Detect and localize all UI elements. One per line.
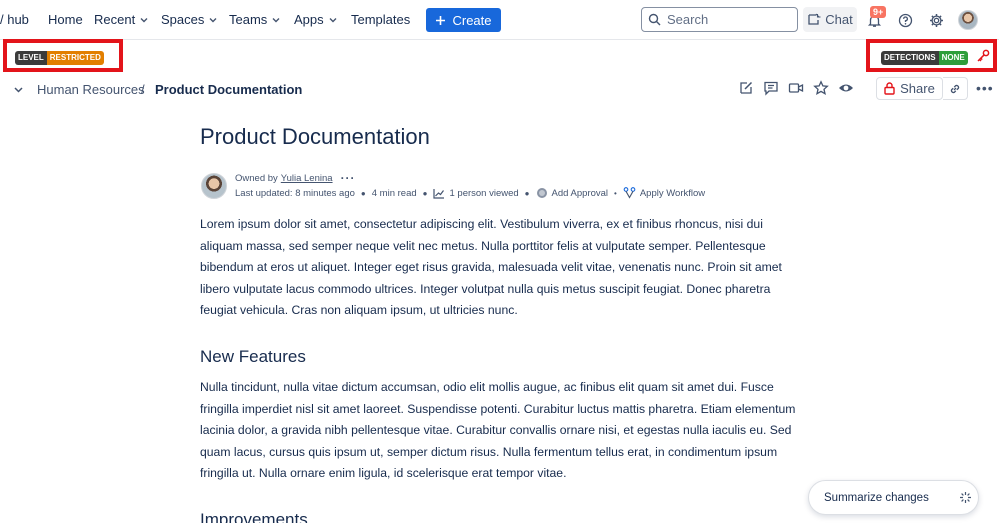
top-navigation: / hub Home Recent Spaces Teams Apps Temp… bbox=[0, 0, 999, 40]
more-actions-button[interactable]: ••• bbox=[976, 80, 994, 96]
workflow-icon bbox=[623, 187, 636, 199]
chevron-down-icon bbox=[272, 17, 280, 22]
breadcrumb-parent[interactable]: Human Resources bbox=[37, 82, 145, 97]
plus-icon bbox=[436, 15, 446, 25]
nav-teams-label: Teams bbox=[229, 12, 268, 27]
breadcrumb-separator: / bbox=[141, 82, 145, 97]
watch-eye-icon[interactable] bbox=[838, 80, 854, 96]
detections-value: NONE bbox=[938, 51, 968, 65]
level-label: LEVEL bbox=[15, 51, 47, 65]
gear-icon bbox=[929, 13, 943, 27]
chevron-down-icon bbox=[140, 17, 148, 22]
nav-spaces[interactable]: Spaces bbox=[161, 12, 218, 27]
chevron-down-icon bbox=[209, 17, 217, 22]
sparkle-icon bbox=[959, 492, 971, 503]
create-button[interactable]: Create bbox=[426, 8, 501, 32]
chat-icon bbox=[808, 13, 821, 25]
create-button-label: Create bbox=[452, 12, 492, 28]
nav-spaces-label: Spaces bbox=[161, 12, 205, 27]
comment-icon[interactable] bbox=[763, 80, 779, 96]
meta-separator: ● bbox=[524, 188, 530, 198]
owned-by-prefix: Owned by bbox=[235, 172, 278, 184]
page-title: Product Documentation bbox=[200, 124, 430, 149]
intro-paragraph: Lorem ipsum dolor sit amet, consectetur … bbox=[200, 217, 782, 317]
search-box[interactable] bbox=[641, 7, 798, 32]
apply-workflow-button[interactable]: Apply Workflow bbox=[623, 187, 705, 199]
breadcrumb-current[interactable]: Product Documentation bbox=[155, 82, 302, 97]
nav-recent-label: Recent bbox=[94, 12, 136, 27]
link-icon bbox=[950, 84, 960, 93]
trend-chart-icon bbox=[433, 188, 445, 199]
chevron-down-icon bbox=[329, 17, 337, 22]
search-input[interactable] bbox=[667, 12, 787, 27]
notification-count-badge: 9+ bbox=[870, 6, 887, 18]
owner-avatar[interactable] bbox=[201, 173, 227, 199]
lock-icon bbox=[884, 82, 895, 95]
viewed-count: 1 person viewed bbox=[449, 187, 519, 199]
section-heading-new-features: New Features bbox=[200, 347, 306, 366]
read-time: 4 min read bbox=[371, 187, 417, 199]
meta-separator: • bbox=[614, 188, 617, 198]
share-button[interactable]: Share bbox=[876, 77, 943, 100]
help-icon bbox=[898, 13, 912, 27]
video-icon[interactable] bbox=[788, 80, 804, 96]
summarize-changes-button[interactable]: Summarize changes bbox=[808, 480, 979, 515]
star-icon[interactable] bbox=[813, 80, 829, 96]
key-icon[interactable] bbox=[976, 49, 990, 63]
classification-level-badge[interactable]: LEVEL RESTRICTED bbox=[15, 51, 104, 65]
nav-home-label: Home bbox=[48, 12, 83, 27]
new-features-paragraph: Nulla tincidunt, nulla vitae dictum accu… bbox=[200, 380, 796, 480]
summarize-changes-label: Summarize changes bbox=[824, 491, 929, 504]
add-approval-label: Add Approval bbox=[551, 187, 609, 199]
nav-apps-label: Apps bbox=[294, 12, 324, 27]
search-icon bbox=[648, 13, 661, 26]
nav-apps[interactable]: Apps bbox=[294, 12, 338, 27]
copy-link-button[interactable] bbox=[943, 77, 968, 100]
nav-recent[interactable]: Recent bbox=[94, 12, 149, 27]
user-avatar[interactable] bbox=[958, 10, 978, 30]
last-updated: Last updated: 8 minutes ago bbox=[235, 187, 355, 199]
chat-button[interactable]: Chat bbox=[803, 7, 857, 32]
apply-workflow-label: Apply Workflow bbox=[639, 187, 706, 199]
settings-button[interactable] bbox=[925, 9, 947, 31]
share-button-label: Share bbox=[900, 81, 935, 96]
level-value: RESTRICTED bbox=[46, 51, 104, 65]
chat-button-label: Chat bbox=[825, 12, 853, 27]
owner-line: Owned by Yulia Lenina ··· bbox=[235, 171, 356, 185]
nav-templates-label: Templates bbox=[351, 12, 411, 27]
detections-badge[interactable]: DETECTIONS NONE bbox=[881, 51, 968, 65]
help-button[interactable] bbox=[894, 9, 916, 31]
approval-circle-icon bbox=[536, 188, 547, 198]
owner-link[interactable]: Yulia Lenina bbox=[281, 173, 333, 184]
meta-separator: ● bbox=[422, 188, 428, 198]
nav-templates[interactable]: Templates bbox=[351, 12, 410, 27]
nav-teams[interactable]: Teams bbox=[229, 12, 281, 27]
add-approval-button[interactable]: Add Approval bbox=[536, 187, 609, 199]
edit-icon[interactable] bbox=[738, 80, 754, 96]
app-brand[interactable]: / hub bbox=[0, 12, 29, 27]
detections-label: DETECTIONS bbox=[881, 51, 939, 65]
collapse-chevron-icon[interactable] bbox=[13, 84, 24, 95]
nav-home[interactable]: Home bbox=[48, 12, 83, 27]
analytics-link[interactable]: 1 person viewed bbox=[433, 187, 519, 199]
section-heading-improvements: Improvements bbox=[200, 510, 308, 523]
owner-more-button[interactable]: ··· bbox=[341, 171, 356, 185]
page-metadata: Last updated: 8 minutes ago ● 4 min read… bbox=[235, 187, 705, 199]
meta-separator: ● bbox=[360, 188, 366, 198]
